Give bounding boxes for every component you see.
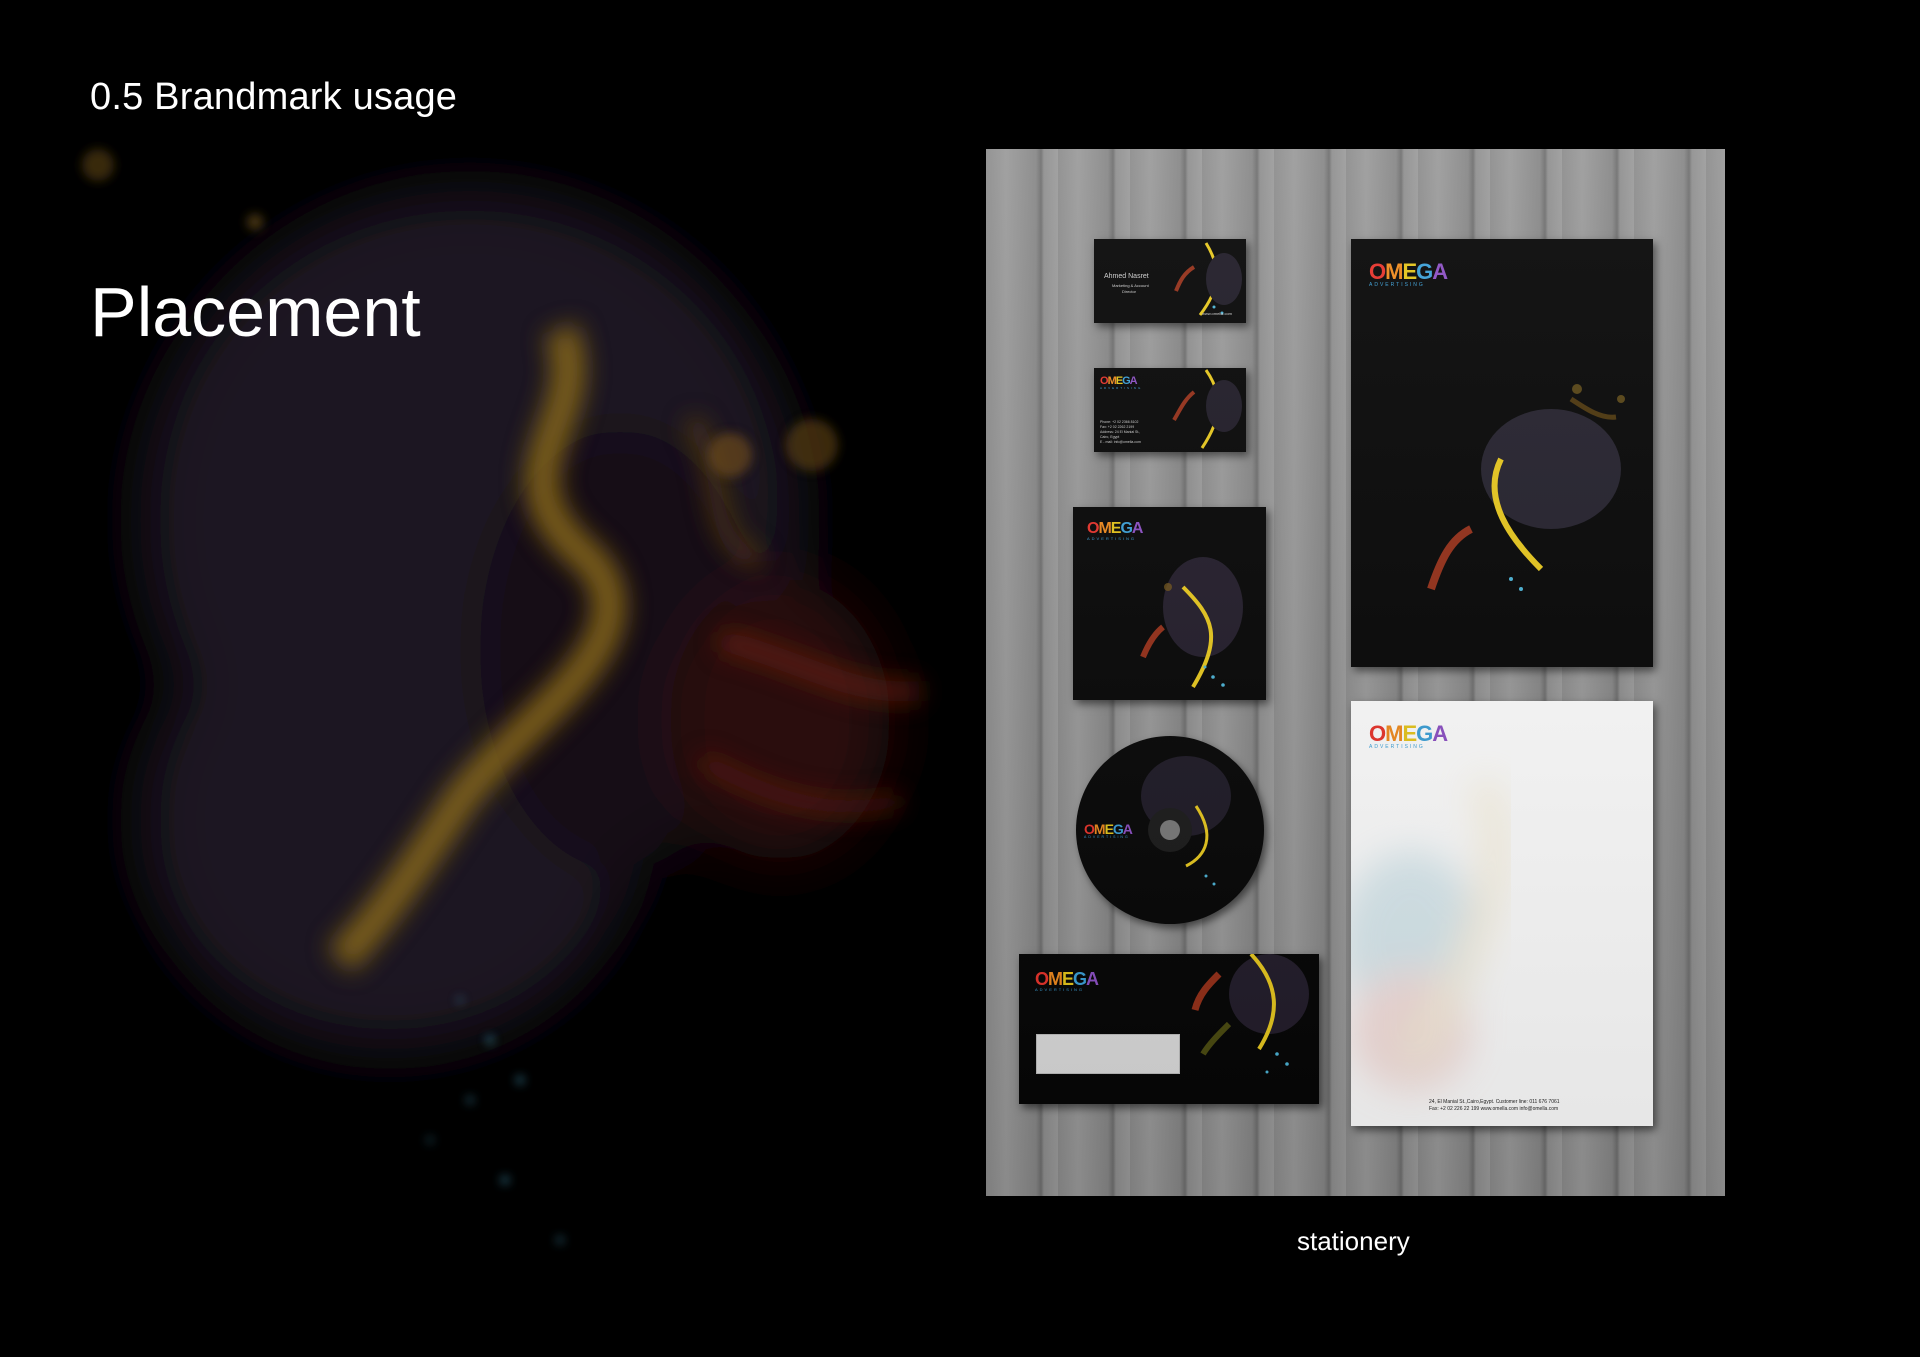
omega-logo: OMEGA ADVERTISING	[1369, 259, 1448, 288]
letterhead-footer-line-1: 24, El Manial St.,Cairo,Egypt. Customer …	[1429, 1099, 1560, 1105]
omega-logo: OMEGA ADVERTISING	[1084, 821, 1133, 839]
business-card-back: OMEGA ADVERTISING Phone: +2 02 2366 8102…	[1094, 368, 1246, 452]
cd-sleeve: OMEGA ADVERTISING	[1073, 507, 1266, 700]
card-contact-line: E - mail: info@omella.com	[1100, 440, 1141, 444]
folder-artwork	[1427, 384, 1625, 591]
omega-logo: OMEGA ADVERTISING	[1369, 721, 1448, 750]
omega-logo: OMEGA ADVERTISING	[1100, 375, 1143, 390]
card-name: Ahmed Nasret	[1104, 273, 1149, 280]
card-role-line-1: Marketing & Account	[1112, 283, 1149, 288]
card-role-line-2: Director	[1122, 289, 1137, 294]
cd-disc: OMEGA ADVERTISING	[1076, 736, 1264, 924]
letterhead-watermark	[1351, 775, 1508, 1091]
card-website: www.omella.com	[1202, 311, 1233, 316]
letterhead-footer-line-2: Fax: +2 02 226 22 199 www.omella.com inf…	[1429, 1106, 1559, 1112]
presentation-folder: OMEGA ADVERTISING	[1351, 239, 1653, 667]
address-window	[1036, 1034, 1180, 1074]
section-label: 0.5 Brandmark usage	[90, 76, 458, 118]
envelope: OMEGA ADVERTISING	[1019, 954, 1319, 1104]
omega-logo: OMEGA ADVERTISING	[1035, 969, 1099, 992]
page-title: Placement	[90, 273, 421, 351]
background-horse-artwork	[0, 0, 1010, 1357]
omega-logo: OMEGA ADVERTISING	[1087, 520, 1143, 541]
business-card-front: Ahmed Nasret Marketing & Account Directo…	[1094, 239, 1246, 323]
mockup-caption: stationery	[1297, 1226, 1410, 1256]
stationery-mockup: Ahmed Nasret Marketing & Account Directo…	[986, 149, 1725, 1196]
letterhead: OMEGA ADVERTISING 24, El Manial St.,Cair…	[1351, 701, 1653, 1126]
